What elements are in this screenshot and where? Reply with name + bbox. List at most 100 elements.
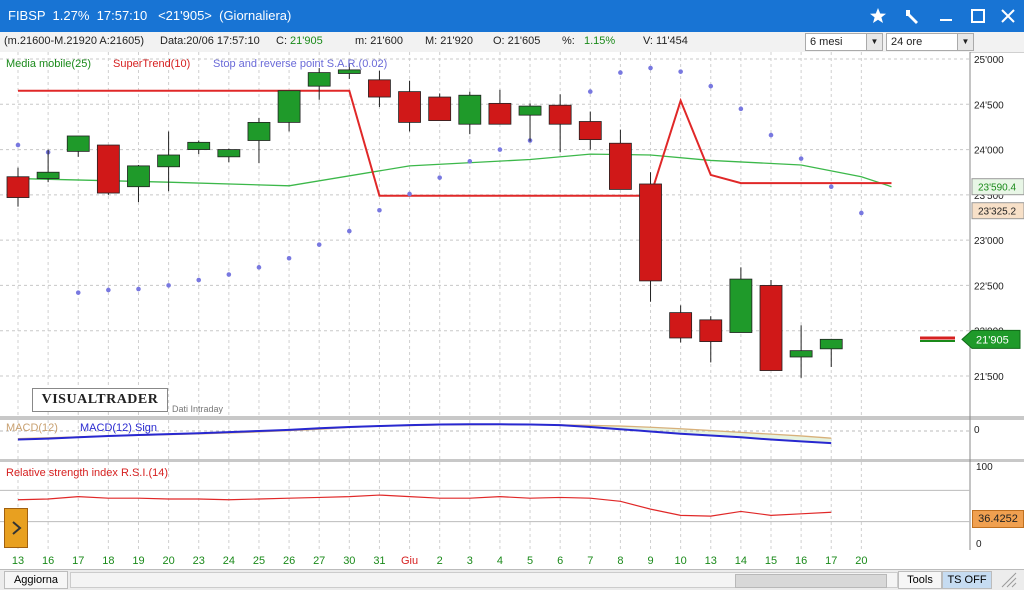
sar-point: [166, 283, 171, 288]
sar-point: [347, 228, 352, 234]
intraday-note: Dati Intraday: [172, 404, 224, 414]
close-value: 21'905: [290, 35, 323, 47]
candle-body: [337, 69, 361, 74]
legend-sar[interactable]: Stop and reverse point S.A.R.(0.02): [213, 58, 387, 70]
sar-point: [286, 255, 292, 261]
price-panel: [0, 52, 970, 416]
x-axis-label: 7: [587, 555, 594, 567]
pct-label: %:: [562, 35, 575, 47]
ts-toggle-button[interactable]: TS OFF: [942, 571, 992, 589]
sar-point: [859, 210, 864, 216]
x-axis-label: 13: [11, 555, 25, 567]
x-axis-label: 5: [526, 555, 534, 567]
minimize-icon[interactable]: [932, 2, 960, 30]
x-axis-label: 27: [313, 555, 326, 567]
candle-body: [759, 285, 783, 371]
candle-body: [729, 278, 753, 333]
price-axis-label: 21'500: [974, 372, 1004, 383]
legend-macd[interactable]: MACD(12): [6, 422, 58, 434]
sar-point: [798, 156, 804, 161]
price-tags: 23'590.4 23'325.2 21'905: [961, 178, 1024, 349]
timeframe-select[interactable]: 24 ore ▼: [886, 33, 974, 51]
x-axis-label: 10: [674, 555, 687, 567]
candle-body: [609, 142, 632, 190]
chevron-down-icon: ▼: [957, 34, 973, 50]
price-axis-label: 23'000: [974, 236, 1004, 247]
candle-body: [6, 176, 30, 198]
sar-point: [75, 290, 81, 295]
sar-point: [196, 277, 202, 283]
candle-body: [66, 135, 90, 152]
x-axis-label: 9: [647, 555, 654, 567]
x-axis-label: 16: [41, 555, 55, 567]
legend-macd-signal[interactable]: MACD(12) Sign: [80, 422, 157, 434]
min-info: m: 21'600: [355, 35, 403, 47]
sar-point: [316, 242, 322, 247]
sar-point: [648, 65, 653, 71]
sar-point: [678, 69, 683, 74]
sar-point: [828, 184, 834, 190]
legend-sma[interactable]: Media mobile(25): [6, 58, 91, 70]
last-price-tag: 21'905: [976, 334, 1009, 346]
x-axis-label: 17: [72, 555, 85, 567]
horizontal-scrollbar[interactable]: [70, 572, 898, 588]
chart-area[interactable]: 25'00024'50024'00023'50023'00022'50022'0…: [0, 52, 1024, 569]
volume-info: V: 11'454: [643, 35, 688, 47]
sar-point: [768, 132, 774, 138]
candle-body: [548, 104, 572, 125]
candle-body: [96, 144, 120, 194]
wrench-icon[interactable]: [898, 2, 926, 30]
range-info: (m.21600-M.21920 A:21605): [4, 35, 145, 47]
x-axis-label: 17: [825, 555, 838, 567]
expand-panel-button[interactable]: [4, 508, 28, 548]
pct-value: 1.15%: [584, 35, 616, 47]
candle-body: [307, 72, 331, 87]
x-axis-label: 13: [704, 555, 717, 567]
sar-point: [497, 147, 503, 152]
legend-rsi[interactable]: Relative strength index R.S.I.(14): [6, 467, 168, 479]
x-axis-label: 25: [252, 555, 266, 567]
rsi-value-tag: 36.4252: [972, 510, 1024, 528]
x-axis-label: 2: [436, 555, 443, 567]
sar-point: [226, 272, 232, 277]
sar-point: [738, 106, 744, 112]
sar-point: [587, 89, 593, 94]
legend-supertrend[interactable]: SuperTrend(10): [113, 58, 190, 70]
x-axis-label: 8: [617, 555, 624, 567]
candle-body: [157, 154, 181, 168]
sar-point: [467, 159, 473, 164]
x-axis-label: 19: [132, 555, 145, 567]
scrollbar-thumb[interactable]: [735, 574, 887, 588]
sar-point: [136, 286, 141, 292]
star-icon[interactable]: [864, 2, 892, 30]
panel-splitter[interactable]: [0, 459, 1024, 462]
period-select-value: 6 mesi: [810, 36, 843, 48]
candle-body: [187, 141, 211, 150]
status-bar: Aggiorna Tools TS OFF: [0, 569, 1024, 590]
candle-body: [518, 105, 542, 116]
open-info: O: 21'605: [493, 35, 541, 47]
x-axis-label: 31: [373, 555, 386, 567]
quote-infobar: (m.21600-M.21920 A:21605) Data:20/06 17:…: [0, 32, 1024, 53]
close-icon[interactable]: [994, 2, 1022, 30]
candle-body: [368, 79, 391, 98]
chevron-right-icon: [12, 521, 22, 535]
rsi-axis-bottom: 0: [976, 539, 982, 550]
panel-splitter[interactable]: [0, 416, 1024, 420]
x-axis-label: 4: [496, 555, 503, 567]
sar-point: [407, 191, 412, 197]
supertrend-price-tag: 23'325.2: [978, 207, 1016, 218]
candle-body: [488, 102, 512, 125]
candle-body: [398, 91, 421, 123]
price-axis-label: 24'500: [974, 100, 1004, 111]
maximize-icon[interactable]: [964, 2, 992, 30]
sma-price-tag: 23'590.4: [978, 183, 1016, 194]
refresh-button[interactable]: Aggiorna: [4, 571, 68, 589]
rsi-series: [17, 494, 832, 517]
tools-button[interactable]: Tools: [898, 571, 942, 589]
sar-point: [708, 83, 714, 89]
sar-point: [15, 142, 21, 148]
window-title: FIBSP 1.27% 17:57:10 <21'905> (Giornalie…: [8, 8, 292, 23]
period-select[interactable]: 6 mesi ▼: [805, 33, 883, 51]
candle-body: [669, 312, 693, 339]
